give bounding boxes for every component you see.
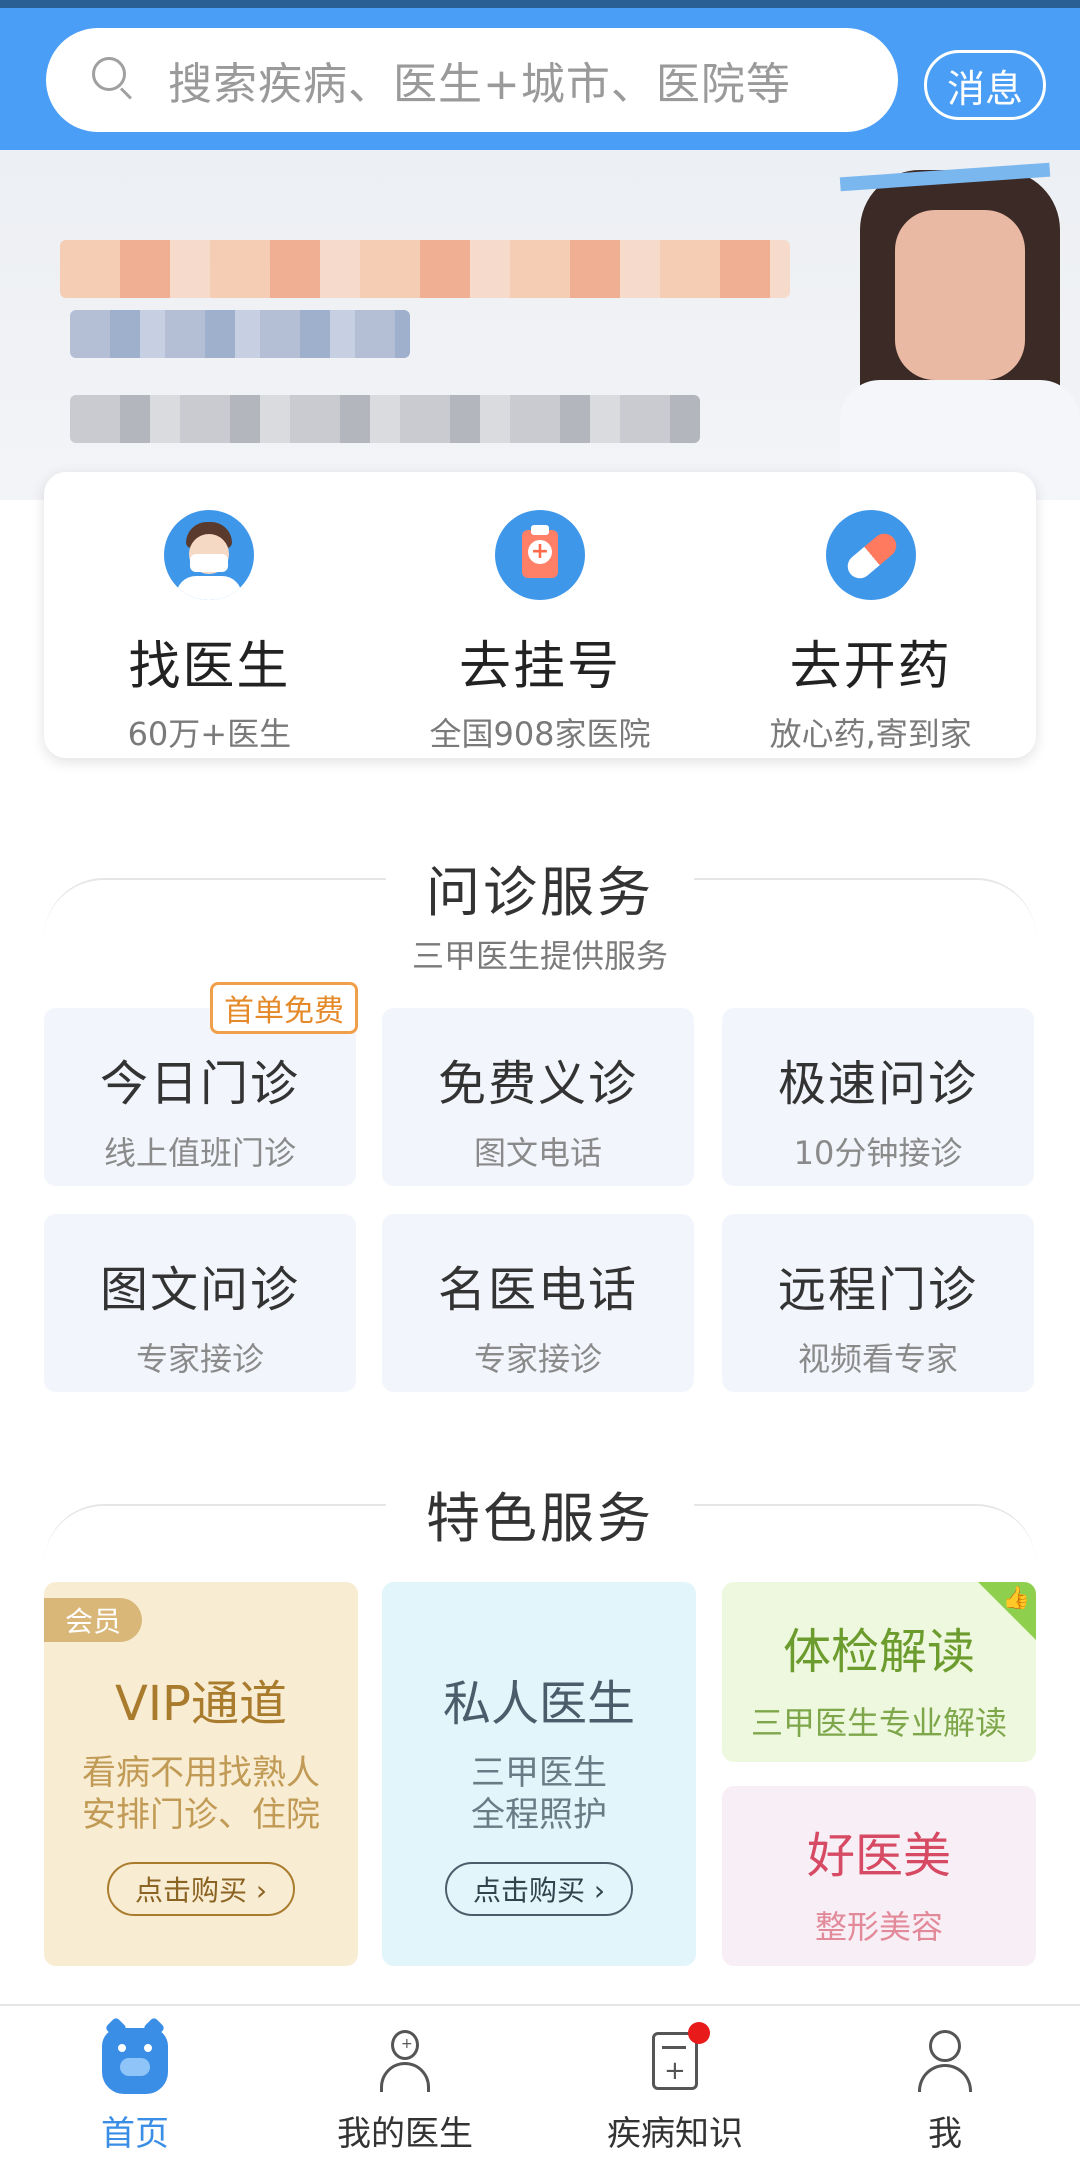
- medicine-entry[interactable]: 去开药 放心药,寄到家: [705, 472, 1036, 758]
- private-doctor-card[interactable]: 私人医生 三甲医生 全程照护 点击购买 ›: [382, 1582, 696, 1966]
- private-doctor-buy-button[interactable]: 点击购买 ›: [445, 1862, 633, 1916]
- tile-title: 远程门诊: [777, 1262, 978, 1318]
- member-tag: 会员: [44, 1598, 142, 1642]
- find-doctor-title: 找医生: [128, 637, 291, 697]
- tile-subtitle: 10分钟接诊: [793, 1134, 963, 1172]
- tile-title: 免费义诊: [437, 1056, 638, 1112]
- feature-section-header: 特色服务: [0, 1474, 1080, 1553]
- private-doctor-title: 私人医生: [442, 1676, 635, 1732]
- nav-home-label: 首页: [101, 2114, 169, 2154]
- home-mascot-icon: [102, 2016, 168, 2094]
- free-consult-tile[interactable]: 免费义诊 图文电话: [382, 1008, 694, 1186]
- today-clinic-tile[interactable]: 今日门诊 线上值班门诊: [44, 1008, 356, 1186]
- clipboard-plus-icon: +: [495, 510, 585, 600]
- banner-blurred-headline: [60, 240, 790, 298]
- user-icon: [912, 2028, 978, 2094]
- search-icon: [88, 55, 138, 105]
- beauty-subtitle: 整形美容: [814, 1908, 943, 1946]
- nav-disease-knowledge[interactable]: + 疾病知识: [540, 2006, 810, 2168]
- status-strip: [0, 0, 1080, 8]
- beauty-title: 好医美: [806, 1828, 951, 1884]
- register-entry[interactable]: + 去挂号 全国908家医院: [375, 472, 706, 758]
- nav-my-doctor-label: 我的医生: [337, 2114, 473, 2154]
- tile-title: 名医电话: [437, 1262, 638, 1318]
- medicine-title: 去开药: [789, 637, 952, 697]
- nav-home[interactable]: 首页: [0, 2006, 270, 2168]
- search-bar[interactable]: 搜索疾病、医生+城市、医院等: [46, 28, 898, 132]
- messages-button[interactable]: 消息: [924, 50, 1046, 120]
- pill-icon: [825, 510, 916, 600]
- promo-banner[interactable]: [0, 150, 1080, 500]
- remote-clinic-tile[interactable]: 远程门诊 视频看专家: [722, 1214, 1034, 1392]
- vip-desc-line2: 安排门诊、住院: [82, 1795, 320, 1835]
- find-doctor-subtitle: 60万+医生: [127, 715, 292, 753]
- find-doctor-entry[interactable]: 找医生 60万+医生: [44, 472, 375, 758]
- vip-title: VIP通道: [115, 1676, 287, 1732]
- tile-subtitle: 专家接诊: [135, 1340, 264, 1378]
- register-title: 去挂号: [459, 637, 622, 697]
- tile-subtitle: 视频看专家: [797, 1340, 958, 1378]
- document-plus-icon: +: [642, 2022, 710, 2094]
- nav-me[interactable]: 我: [810, 2006, 1080, 2168]
- checkup-interpretation-card[interactable]: 👍 体检解读 三甲医生专业解读: [722, 1582, 1036, 1762]
- private-doctor-line2: 全程照护: [471, 1795, 607, 1835]
- notification-dot: [688, 2022, 710, 2044]
- nav-my-doctor[interactable]: + 我的医生: [270, 2006, 540, 2168]
- banner-blurred-caption: [70, 395, 700, 443]
- first-order-free-badge: 首单免费: [210, 982, 358, 1034]
- bottom-navigation: 首页 + 我的医生 + 疾病知识 我: [0, 2004, 1080, 2168]
- text-consult-tile[interactable]: 图文问诊 专家接诊: [44, 1214, 356, 1392]
- consult-section-title: 问诊服务: [386, 848, 694, 927]
- tile-title: 图文问诊: [99, 1262, 300, 1318]
- thumbs-up-icon: 👍: [1002, 1586, 1030, 1611]
- private-doctor-line1: 三甲医生: [471, 1753, 607, 1793]
- vip-buy-button[interactable]: 点击购买 ›: [107, 1862, 295, 1916]
- doctor-icon: +: [372, 2028, 438, 2094]
- vip-channel-card[interactable]: 会员 VIP通道 看病不用找熟人 安排门诊、住院 点击购买 ›: [44, 1582, 358, 1966]
- vip-desc-line1: 看病不用找熟人: [82, 1753, 320, 1793]
- consult-section-subtitle: 三甲医生提供服务: [411, 937, 668, 975]
- medical-beauty-card[interactable]: 好医美 整形美容: [722, 1786, 1036, 1966]
- tile-subtitle: 线上值班门诊: [103, 1134, 296, 1172]
- tile-subtitle: 图文电话: [473, 1134, 602, 1172]
- tile-subtitle: 专家接诊: [473, 1340, 602, 1378]
- search-input[interactable]: 搜索疾病、医生+城市、医院等: [168, 48, 791, 112]
- banner-doctor-photo: [839, 162, 1080, 500]
- medicine-subtitle: 放心药,寄到家: [769, 715, 972, 753]
- doctor-avatar-icon: [164, 510, 255, 600]
- consult-section-header: 问诊服务 三甲医生提供服务: [0, 848, 1080, 977]
- fast-consult-tile[interactable]: 极速问诊 10分钟接诊: [722, 1008, 1034, 1186]
- feature-section-title: 特色服务: [386, 1474, 694, 1553]
- banner-blurred-subtitle: [70, 310, 410, 358]
- checkup-subtitle: 三甲医生专业解读: [750, 1704, 1007, 1742]
- register-subtitle: 全国908家医院: [429, 715, 651, 753]
- top-header: 搜索疾病、医生+城市、医院等 消息: [0, 0, 1080, 150]
- famous-doctor-phone-tile[interactable]: 名医电话 专家接诊: [382, 1214, 694, 1392]
- tile-title: 今日门诊: [99, 1056, 300, 1112]
- tile-title: 极速问诊: [777, 1056, 978, 1112]
- quick-entry-card: 找医生 60万+医生 + 去挂号 全国908家医院 去开药 放心药,寄到家: [44, 472, 1036, 758]
- nav-me-label: 我: [928, 2114, 962, 2154]
- nav-disease-knowledge-label: 疾病知识: [607, 2114, 743, 2154]
